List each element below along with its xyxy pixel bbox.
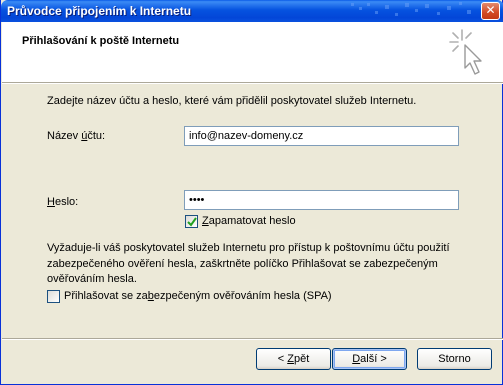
spa-info-line-2: zabezpečeného ověření hesla, zaškrtněte … xyxy=(47,258,438,270)
header-divider xyxy=(2,82,503,84)
cancel-button[interactable]: Storno xyxy=(417,348,492,370)
wizard-header: Přihlašování k poště Internetu xyxy=(2,22,503,82)
wizard-window: Průvodce připojením k Internetu ✕ Přihla… xyxy=(0,0,503,385)
wizard-cursor-icon xyxy=(449,29,482,75)
spa-checkbox-label[interactable]: Přihlašovat se zabezpečeným ověřováním h… xyxy=(64,290,332,302)
footer-divider xyxy=(2,338,503,340)
account-name-label: Název účtu: xyxy=(47,130,106,142)
spa-info-line-1: Vyžaduje-li váš poskytovatel služeb Inte… xyxy=(47,242,450,254)
account-name-input[interactable] xyxy=(184,126,459,146)
spa-checkbox[interactable] xyxy=(47,290,60,303)
password-label: Heslo: xyxy=(47,196,79,208)
title-bar[interactable]: Průvodce připojením k Internetu ✕ xyxy=(1,0,503,22)
remember-password-checkbox[interactable] xyxy=(185,215,198,228)
spa-info-line-3: ověřováním hesla. xyxy=(47,273,137,285)
back-button[interactable]: < Zpět xyxy=(256,348,331,370)
intro-text: Zadejte název účtu a heslo, které vám př… xyxy=(47,95,417,107)
close-icon: ✕ xyxy=(485,3,496,17)
title-bar-decoration xyxy=(351,2,471,16)
remember-password-label[interactable]: Zapamatovat heslo xyxy=(202,215,296,227)
window-title: Průvodce připojením k Internetu xyxy=(7,4,192,18)
close-button[interactable]: ✕ xyxy=(481,2,500,20)
page-title: Přihlašování k poště Internetu xyxy=(22,35,180,47)
password-input[interactable] xyxy=(184,190,459,210)
check-icon xyxy=(187,217,197,227)
next-button[interactable]: Další > xyxy=(332,348,407,370)
